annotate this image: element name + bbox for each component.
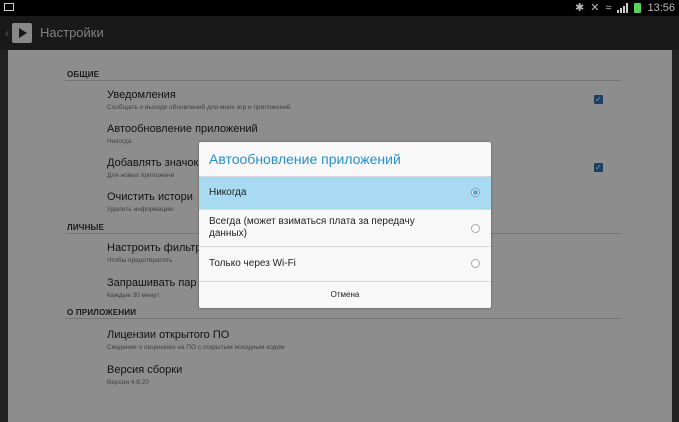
battery-icon	[634, 2, 642, 13]
status-bar: ✱ ✕ ≈ 13:56	[0, 0, 679, 16]
option-label: Никогда	[209, 187, 247, 198]
radio-never[interactable]	[471, 188, 480, 197]
dialog-title: Автообновление приложений	[209, 151, 401, 167]
option-never[interactable]: Никогда	[199, 177, 491, 209]
option-wifi-only[interactable]: Только через Wi-Fi	[199, 247, 491, 281]
status-icons: ✱ ✕ ≈ 13:56	[574, 1, 675, 15]
gallery-notification-icon	[4, 3, 14, 11]
bluetooth-icon: ✱	[574, 2, 585, 14]
clock: 13:56	[647, 1, 675, 14]
autoupdate-dialog: Автообновление приложений Никогда Всегда…	[199, 142, 491, 308]
radio-wifi-only[interactable]	[471, 259, 480, 268]
option-always[interactable]: Всегда (может взиматься плата за передач…	[199, 210, 491, 246]
option-label: Только через Wi-Fi	[209, 258, 296, 269]
cancel-button[interactable]: Отмена	[199, 282, 491, 308]
option-label: Всегда (может взиматься плата за передач…	[209, 216, 415, 239]
radio-always[interactable]	[471, 224, 480, 233]
wifi-icon: ≈	[605, 1, 612, 14]
signal-icon	[617, 2, 629, 13]
mute-icon: ✕	[590, 2, 600, 14]
